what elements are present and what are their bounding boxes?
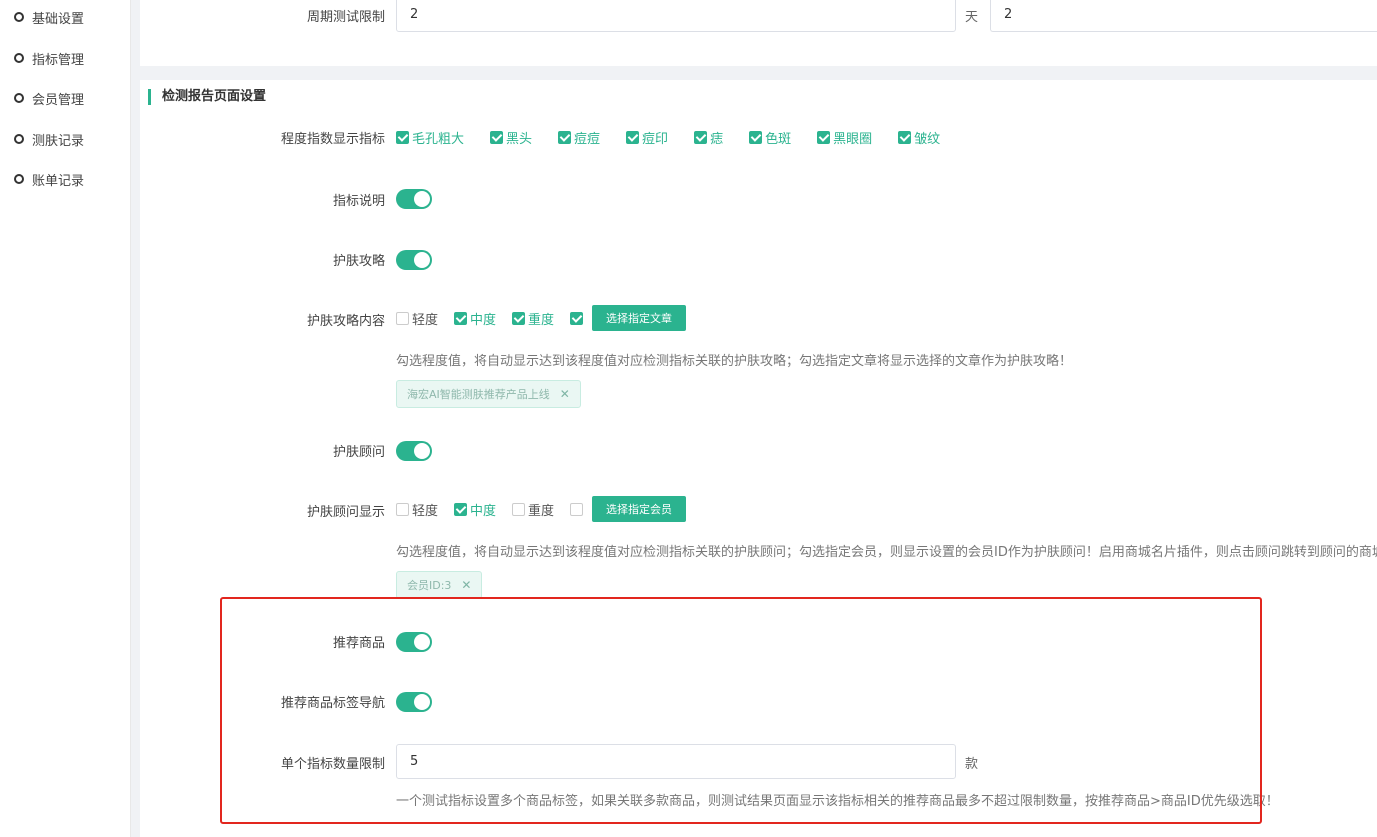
section-title: 检测报告页面设置: [148, 89, 266, 105]
checkbox-blackheads[interactable]: 黑头: [490, 128, 532, 147]
single-limit-input[interactable]: 5: [396, 744, 956, 779]
checkbox-moderate[interactable]: 中度: [454, 500, 496, 519]
checkbox-mild[interactable]: 轻度: [396, 500, 438, 519]
guide-content-label: 护肤攻略内容: [306, 314, 385, 329]
checkbox-acne-marks[interactable]: 痘印: [626, 128, 668, 147]
checkbox-spots[interactable]: 色斑: [749, 128, 791, 147]
tag-label: 会员ID:3: [407, 579, 452, 592]
sidebar-item-index-management[interactable]: 指标管理: [14, 48, 84, 68]
guide-content-options: 轻度 中度 重度 选择指定文章: [396, 305, 687, 331]
skincare-guide-toggle[interactable]: [396, 250, 432, 270]
selected-article-tag: 海宏AI智能测肤推荐产品上线 ✕: [396, 380, 581, 408]
circle-icon: [14, 12, 24, 22]
sidebar-item-member-management[interactable]: 会员管理: [14, 88, 84, 108]
tag-label: 海宏AI智能测肤推荐产品上线: [407, 388, 550, 401]
index-desc-toggle[interactable]: [396, 189, 432, 209]
checkbox-checked-icon: [749, 131, 763, 144]
sidebar-item-skin-test-records[interactable]: 测肤记录: [14, 129, 84, 149]
advisor-display-label: 护肤顾问显示: [306, 505, 385, 520]
recommend-toggle[interactable]: [396, 632, 432, 652]
recommend-nav-toggle[interactable]: [396, 692, 432, 712]
degree-index-options: 毛孔粗大 黑头 痘痘 痘印 痣 色斑 黑眼圈 皱纹: [396, 128, 966, 147]
advisor-display-hint: 勾选程度值，将自动显示达到该程度值对应检测指标关联的护肤顾问；勾选指定会员，则显…: [396, 545, 1377, 560]
sidebar-item-basic-settings[interactable]: 基础设置: [14, 7, 84, 27]
cycle-limit-label: 周期测试限制: [306, 10, 385, 25]
single-limit-hint: 一个测试指标设置多个商品标签，如果关联多款商品，则测试结果页面显示该指标相关的推…: [396, 794, 1279, 809]
checkbox-unchecked-icon: [570, 502, 584, 516]
sidebar-item-bill-records[interactable]: 账单记录: [14, 169, 84, 189]
advisor-display-options: 轻度 中度 重度 选择指定会员: [396, 496, 687, 522]
cycle-count-input[interactable]: 2: [990, 0, 1377, 32]
recommend-label: 推荐商品: [332, 636, 385, 651]
sidebar-item-label: 会员管理: [32, 92, 85, 108]
skincare-guide-label: 护肤攻略: [332, 254, 385, 269]
checkbox-checked-icon: [817, 131, 831, 144]
select-member-button[interactable]: 选择指定会员: [592, 496, 687, 522]
cycle-days-input[interactable]: 2: [396, 0, 956, 32]
checkbox-checked-icon: [512, 311, 526, 325]
checkbox-checked-icon: [898, 131, 912, 144]
circle-icon: [14, 134, 24, 144]
circle-icon: [14, 93, 24, 103]
checkbox-custom-member[interactable]: [570, 502, 586, 516]
close-icon[interactable]: ✕: [461, 578, 471, 592]
checkbox-checked-icon: [454, 311, 468, 325]
report-settings-card: 检测报告页面设置 程度指数显示指标 毛孔粗大 黑头 痘痘 痘印 痣 色斑 黑眼圈…: [140, 80, 1377, 837]
checkbox-checked-icon: [558, 131, 572, 144]
sidebar-item-label: 测肤记录: [32, 133, 85, 149]
checkbox-mild[interactable]: 轻度: [396, 309, 438, 328]
checkbox-severe[interactable]: 重度: [512, 500, 554, 519]
circle-icon: [14, 174, 24, 184]
checkbox-checked-icon: [454, 502, 468, 516]
checkbox-checked-icon: [490, 131, 504, 144]
checkbox-checked-icon: [626, 131, 640, 144]
advisor-label: 护肤顾问: [332, 445, 385, 460]
cycle-days-unit: 天: [965, 10, 979, 25]
single-limit-label: 单个指标数量限制: [280, 757, 385, 772]
select-article-button[interactable]: 选择指定文章: [592, 305, 687, 331]
checkbox-checked-icon: [570, 311, 584, 325]
sidebar: 基础设置 指标管理 会员管理 测肤记录 账单记录: [0, 0, 131, 837]
sidebar-item-label: 基础设置: [32, 11, 85, 27]
checkbox-unchecked-icon: [396, 502, 409, 516]
checkbox-checked-icon: [396, 131, 409, 144]
circle-icon: [14, 53, 24, 63]
checkbox-acne[interactable]: 痘痘: [558, 128, 600, 147]
checkbox-checked-icon: [694, 131, 708, 144]
selected-member-tag: 会员ID:3 ✕: [396, 571, 483, 599]
sidebar-item-label: 账单记录: [32, 173, 85, 189]
checkbox-moles[interactable]: 痣: [694, 128, 723, 147]
checkbox-severe[interactable]: 重度: [512, 309, 554, 328]
main-content: 周期测试限制 2 天 2 检测报告页面设置 程度指数显示指标 毛孔粗大 黑头 痘…: [140, 0, 1377, 837]
cycle-limit-card: 周期测试限制 2 天 2: [140, 0, 1377, 66]
checkbox-unchecked-icon: [396, 311, 409, 325]
single-limit-unit: 款: [965, 757, 979, 772]
checkbox-dark-circles[interactable]: 黑眼圈: [817, 128, 872, 147]
checkbox-wrinkles[interactable]: 皱纹: [898, 128, 940, 147]
checkbox-unchecked-icon: [512, 502, 526, 516]
close-icon[interactable]: ✕: [560, 387, 570, 401]
checkbox-moderate[interactable]: 中度: [454, 309, 496, 328]
checkbox-custom-article[interactable]: [570, 311, 586, 325]
sidebar-item-label: 指标管理: [32, 52, 85, 68]
degree-index-label: 程度指数显示指标: [280, 132, 385, 147]
checkbox-pores[interactable]: 毛孔粗大: [396, 128, 464, 147]
guide-content-hint: 勾选程度值，将自动显示达到该程度值对应检测指标关联的护肤攻略；勾选指定文章将显示…: [396, 354, 1073, 369]
advisor-toggle[interactable]: [396, 441, 432, 461]
recommend-nav-label: 推荐商品标签导航: [280, 696, 385, 711]
index-desc-label: 指标说明: [332, 194, 385, 209]
